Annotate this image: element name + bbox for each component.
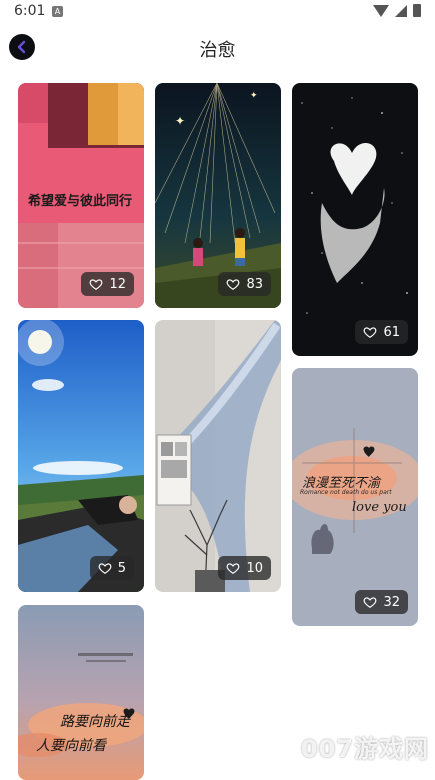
image-card-4[interactable]: 5 [18, 320, 144, 592]
like-badge[interactable]: 32 [355, 590, 408, 614]
wifi-icon [373, 4, 389, 17]
card-image [18, 320, 144, 592]
heart-icon [227, 279, 240, 290]
image-card-5[interactable]: 10 [155, 320, 281, 592]
notification-icon: A [52, 6, 63, 17]
heart-icon [98, 563, 112, 574]
page-title: 治愈 [199, 40, 236, 61]
status-time: 6:01 [14, 3, 46, 19]
app-bar: 治愈 [0, 28, 435, 72]
status-bar: 6:01 A [0, 0, 435, 24]
signal-icon [395, 4, 407, 17]
card-image-text: 路要向前走 [60, 714, 130, 730]
like-badge[interactable]: 5 [89, 556, 134, 580]
card-image-text-2: Romance not death do us part [300, 489, 392, 496]
image-card-6[interactable]: 浪漫至死不渝 Romance not death do us part love… [292, 368, 418, 626]
card-image-text-2: 人要向前看 [36, 738, 106, 754]
image-card-1[interactable]: 希望爱与彼此同行 12 [18, 83, 144, 308]
svg-text:✦: ✦ [250, 91, 258, 101]
watermark-brand: 007游戏网 [300, 735, 429, 763]
like-badge[interactable]: 10 [218, 556, 271, 580]
like-count: 32 [383, 594, 400, 610]
card-image [292, 83, 418, 356]
card-image [155, 320, 281, 592]
like-badge[interactable]: 83 [218, 272, 271, 296]
watermark: 007游戏网 www.yx007.com [301, 729, 429, 773]
card-image-text: 希望爱与彼此同行 [28, 194, 133, 209]
heart-icon [364, 327, 377, 338]
image-card-3[interactable]: 61 [292, 83, 418, 356]
card-image-text-3: love you [352, 500, 407, 515]
heart-icon [364, 597, 377, 608]
card-image [292, 368, 418, 626]
like-count: 5 [117, 560, 126, 576]
like-count: 61 [383, 324, 400, 340]
battery-icon [413, 4, 421, 17]
heart-icon [90, 279, 103, 290]
heart-icon [227, 563, 240, 574]
image-card-7[interactable]: 路要向前走 人要向前看 [18, 605, 144, 780]
svg-text:✦: ✦ [175, 114, 185, 128]
like-count: 12 [109, 276, 126, 292]
like-count: 10 [246, 560, 263, 576]
like-badge[interactable]: 61 [355, 320, 408, 344]
like-count: 83 [246, 276, 263, 292]
status-icons [373, 4, 421, 17]
image-card-2[interactable]: ✦ ✦ 83 [155, 83, 281, 308]
like-badge[interactable]: 12 [81, 272, 134, 296]
